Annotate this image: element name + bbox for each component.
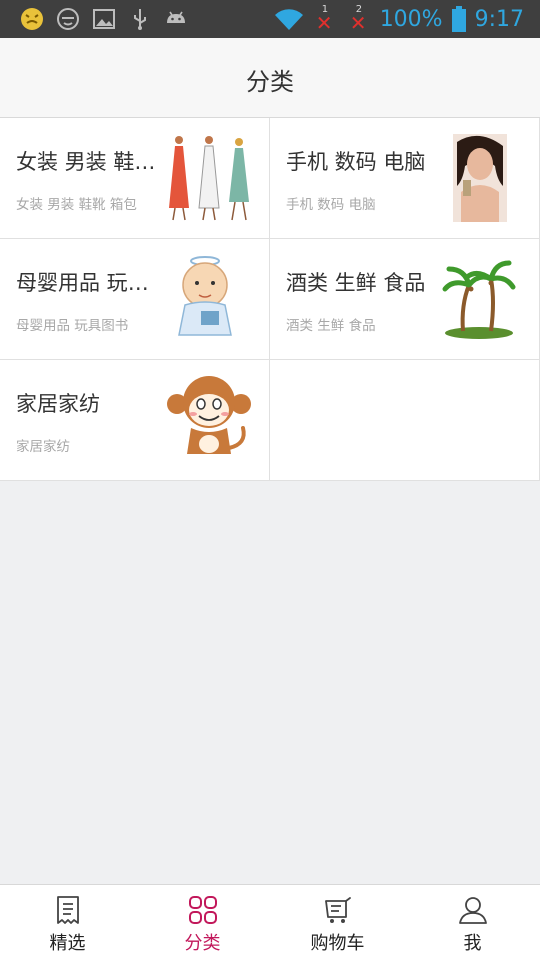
category-card-food[interactable]: 酒类 生鲜 食品 酒类 生鲜 食品 xyxy=(270,239,540,360)
battery-percent: 100% xyxy=(379,6,443,32)
status-bar: 1 ✕ 2 ✕ 100% 9:17 xyxy=(0,0,540,38)
category-card-empty xyxy=(270,360,540,481)
fashion-sketch-image xyxy=(169,136,249,221)
bottom-nav: 精选 分类 购物车 我 xyxy=(0,884,540,960)
person-icon xyxy=(458,897,487,924)
tab-label: 我 xyxy=(463,933,482,954)
document-icon xyxy=(56,896,79,924)
category-subtitle: 母婴用品 玩具图书 xyxy=(16,318,129,334)
category-title: 女装 男装 鞋靴 箱包 xyxy=(16,150,166,174)
sim-x-icon: ✕ xyxy=(315,11,333,35)
category-subtitle: 女装 男装 鞋靴 箱包 xyxy=(16,197,137,213)
grid-icon xyxy=(188,896,217,924)
category-subtitle: 家居家纺 xyxy=(16,439,70,455)
tab-cart[interactable]: 购物车 xyxy=(270,885,405,960)
android-icon xyxy=(167,11,185,23)
tab-label: 精选 xyxy=(49,933,86,954)
cart-icon xyxy=(324,897,351,923)
app-header: 分类 xyxy=(0,38,540,118)
sim1-indicator: 1 ✕ xyxy=(312,4,338,34)
image-icon xyxy=(93,9,115,29)
tab-featured[interactable]: 精选 xyxy=(0,885,135,960)
monkey-cartoon-image xyxy=(167,376,251,454)
tab-me[interactable]: 我 xyxy=(405,885,540,960)
model-portrait-image xyxy=(453,134,507,222)
baby-cartoon-image xyxy=(178,256,232,336)
wifi-icon xyxy=(274,9,303,31)
sim2-indicator: 2 ✕ xyxy=(346,4,372,34)
category-card-clothing[interactable]: 女装 男装 鞋靴 箱包 女装 男装 鞋靴 箱包 xyxy=(0,118,270,239)
category-subtitle: 手机 数码 电脑 xyxy=(286,197,376,213)
usb-icon xyxy=(134,9,146,30)
category-card-home[interactable]: 家居家纺 家居家纺 xyxy=(0,360,270,481)
palm-island-image xyxy=(442,260,516,339)
category-card-baby-toys[interactable]: 母婴用品 玩具图书 母婴用品 玩具图书 xyxy=(0,239,270,360)
category-card-electronics[interactable]: 手机 数码 电脑 手机 数码 电脑 xyxy=(270,118,540,239)
tab-category[interactable]: 分类 xyxy=(135,885,270,960)
tab-label: 购物车 xyxy=(310,933,365,954)
battery-icon xyxy=(451,6,466,32)
category-title: 家居家纺 xyxy=(16,392,100,416)
clock: 9:17 xyxy=(474,6,524,32)
category-title: 酒类 生鲜 食品 xyxy=(286,271,426,295)
tab-label: 分类 xyxy=(184,933,221,954)
face-icon xyxy=(57,8,79,30)
page-title: 分类 xyxy=(246,68,294,96)
emoji-icon xyxy=(21,8,43,30)
category-subtitle: 酒类 生鲜 食品 xyxy=(286,318,376,334)
sim-x-icon: ✕ xyxy=(349,11,367,35)
category-title: 母婴用品 玩具图书 xyxy=(16,271,166,295)
category-title: 手机 数码 电脑 xyxy=(286,150,426,174)
